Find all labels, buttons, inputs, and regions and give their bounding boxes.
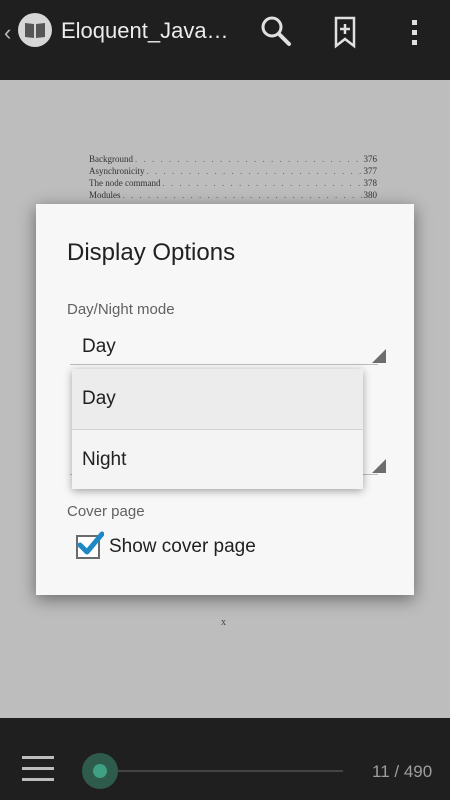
toc-leader: . . . . . . . . . . . . . . . . . . . . … [146,166,364,176]
hamburger-menu-icon[interactable] [22,756,54,786]
overflow-menu-icon[interactable] [397,14,433,50]
toc-label: Background [89,154,133,164]
toc-label: Modules [89,190,121,200]
dropdown-option-label: Day [82,388,116,409]
book-icon[interactable] [18,13,52,47]
toc-row: Asynchronicity . . . . . . . . . . . . .… [89,165,377,177]
page-number-mark: x [221,617,226,628]
dialog-title: Display Options [67,239,236,266]
toc-page: 377 [363,166,378,176]
toc-leader: . . . . . . . . . . . . . . . . . . . . … [162,178,363,188]
toc-row: Background . . . . . . . . . . . . . . .… [89,153,377,165]
toc-leader: . . . . . . . . . . . . . . . . . . . . … [122,190,364,200]
back-chevron-icon[interactable]: ‹ [4,20,11,46]
book-title: Eloquent_Java… [61,18,229,43]
dropdown-option-day[interactable]: Day [72,369,363,430]
toc-page: 380 [363,190,378,200]
daynight-spinner[interactable]: Day [70,328,386,365]
daynight-dropdown-menu: Day Night [72,369,363,489]
toc-row: Modules . . . . . . . . . . . . . . . . … [89,189,377,201]
toc-page: 378 [363,178,378,188]
table-of-contents: Background . . . . . . . . . . . . . . .… [89,153,377,201]
show-cover-page-checkbox[interactable] [76,531,104,559]
checkmark-icon [77,531,104,555]
toc-label: Asynchronicity [89,166,145,176]
bookmark-add-icon[interactable] [327,14,363,50]
daynight-spinner-value: Day [82,336,116,357]
daynight-label: Day/Night mode [67,301,175,318]
search-icon[interactable] [258,14,294,50]
toc-leader: . . . . . . . . . . . . . . . . . . . . … [135,154,364,164]
seekbar-thumb[interactable] [82,753,118,789]
dropdown-option-night[interactable]: Night [72,430,363,490]
page-seekbar[interactable] [100,770,343,772]
bottom-toolbar: 11 / 490 [0,718,450,800]
page-counter: 11 / 490 [372,762,433,781]
toc-row: The node command . . . . . . . . . . . .… [89,177,377,189]
action-bar: ‹ Eloquent_Java… [0,0,450,80]
toc-page: 376 [363,154,378,164]
cover-page-label: Cover page [67,503,145,520]
show-cover-page-option[interactable]: Show cover page [76,531,256,561]
show-cover-page-label: Show cover page [109,536,256,557]
dropdown-arrow-icon [372,349,386,363]
dropdown-arrow-icon [372,459,386,473]
dropdown-option-label: Night [82,449,127,470]
toc-label: The node command [89,178,161,188]
